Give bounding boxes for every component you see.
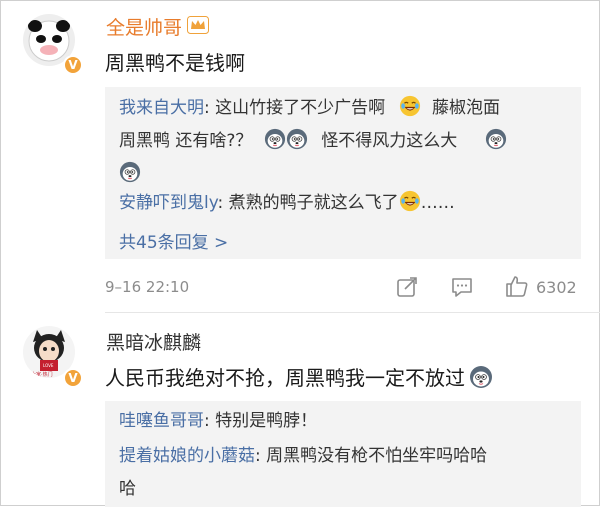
avatar-subcaption: 大家·热门: [31, 372, 53, 378]
crown-icon: [187, 16, 209, 34]
husky-emoji: [485, 128, 507, 150]
comment-username[interactable]: 黑暗冰麒麟: [106, 328, 201, 355]
thumbs-up-icon[interactable]: [504, 273, 530, 299]
husky-emoji: [469, 365, 493, 389]
husky-emoji: [119, 161, 141, 183]
comment-text: 人民币我绝对不抢，周黑鸭我一定不放过: [105, 362, 493, 391]
laughing-tears-emoji: [399, 190, 421, 212]
comment-icon[interactable]: [449, 274, 475, 300]
reply-username[interactable]: 我来自大明: [119, 98, 204, 118]
reply-text: 这山竹接了不少广告啊: [209, 98, 386, 118]
reply-item[interactable]: 提着姑娘的小蘑菇: 周黑鸭没有枪不怕坐牢吗哈哈 哈: [119, 440, 579, 506]
comment-text: 周黑鸭不是钱啊: [105, 51, 245, 75]
reply-text: 哈: [119, 479, 136, 499]
comment-divider: [105, 312, 600, 313]
reply-text: 周黑鸭 还有啥?？: [119, 131, 253, 151]
laughing-tears-emoji: [399, 95, 421, 117]
reply-box: 我来自大明: 这山竹接了不少广告啊 藤椒泡面 周黑鸭 还有啥?？ 怪不得风力这么…: [105, 87, 581, 259]
reply-username[interactable]: 提着姑娘的小蘑菇: [119, 446, 255, 466]
reply-text: 怪不得风力这么大: [321, 131, 458, 151]
reply-text: 周黑鸭没有枪不怕坐牢吗哈哈: [260, 446, 488, 466]
reply-text: 煮熟的鸭子就这么飞了: [223, 193, 399, 213]
comment-timestamp: 9–16 22:10: [105, 278, 190, 296]
husky-emoji: [286, 128, 308, 150]
more-replies-link[interactable]: 共45条回复 >: [119, 228, 228, 253]
reply-item[interactable]: 我来自大明: 这山竹接了不少广告啊 藤椒泡面 周黑鸭 还有啥?？ 怪不得风力这么…: [119, 92, 579, 191]
reply-box: 哇噻鱼哥哥: 特别是鸭脖！ 提着姑娘的小蘑菇: 周黑鸭没有枪不怕坐牢吗哈哈 哈: [105, 401, 581, 507]
verified-v-icon: V: [63, 368, 83, 388]
verified-v-icon: V: [63, 55, 83, 75]
like-count: 6302: [536, 278, 577, 297]
husky-emoji: [264, 128, 286, 150]
reply-text: 藤椒泡面: [431, 98, 500, 118]
comment-username[interactable]: 全是帅哥: [106, 13, 182, 40]
reply-text: 特别是鸭脖！: [209, 411, 318, 431]
reply-username[interactable]: 安静吓到鬼ly: [119, 193, 218, 213]
reply-item[interactable]: 安静吓到鬼ly: 煮熟的鸭子就这么飞了……: [119, 187, 579, 220]
reply-item[interactable]: 哇噻鱼哥哥: 特别是鸭脖！: [119, 405, 579, 438]
share-icon[interactable]: [394, 274, 420, 300]
avatar-caption: LOVE: [43, 363, 54, 368]
reply-username[interactable]: 哇噻鱼哥哥: [119, 411, 204, 431]
reply-text: ……: [420, 193, 455, 213]
